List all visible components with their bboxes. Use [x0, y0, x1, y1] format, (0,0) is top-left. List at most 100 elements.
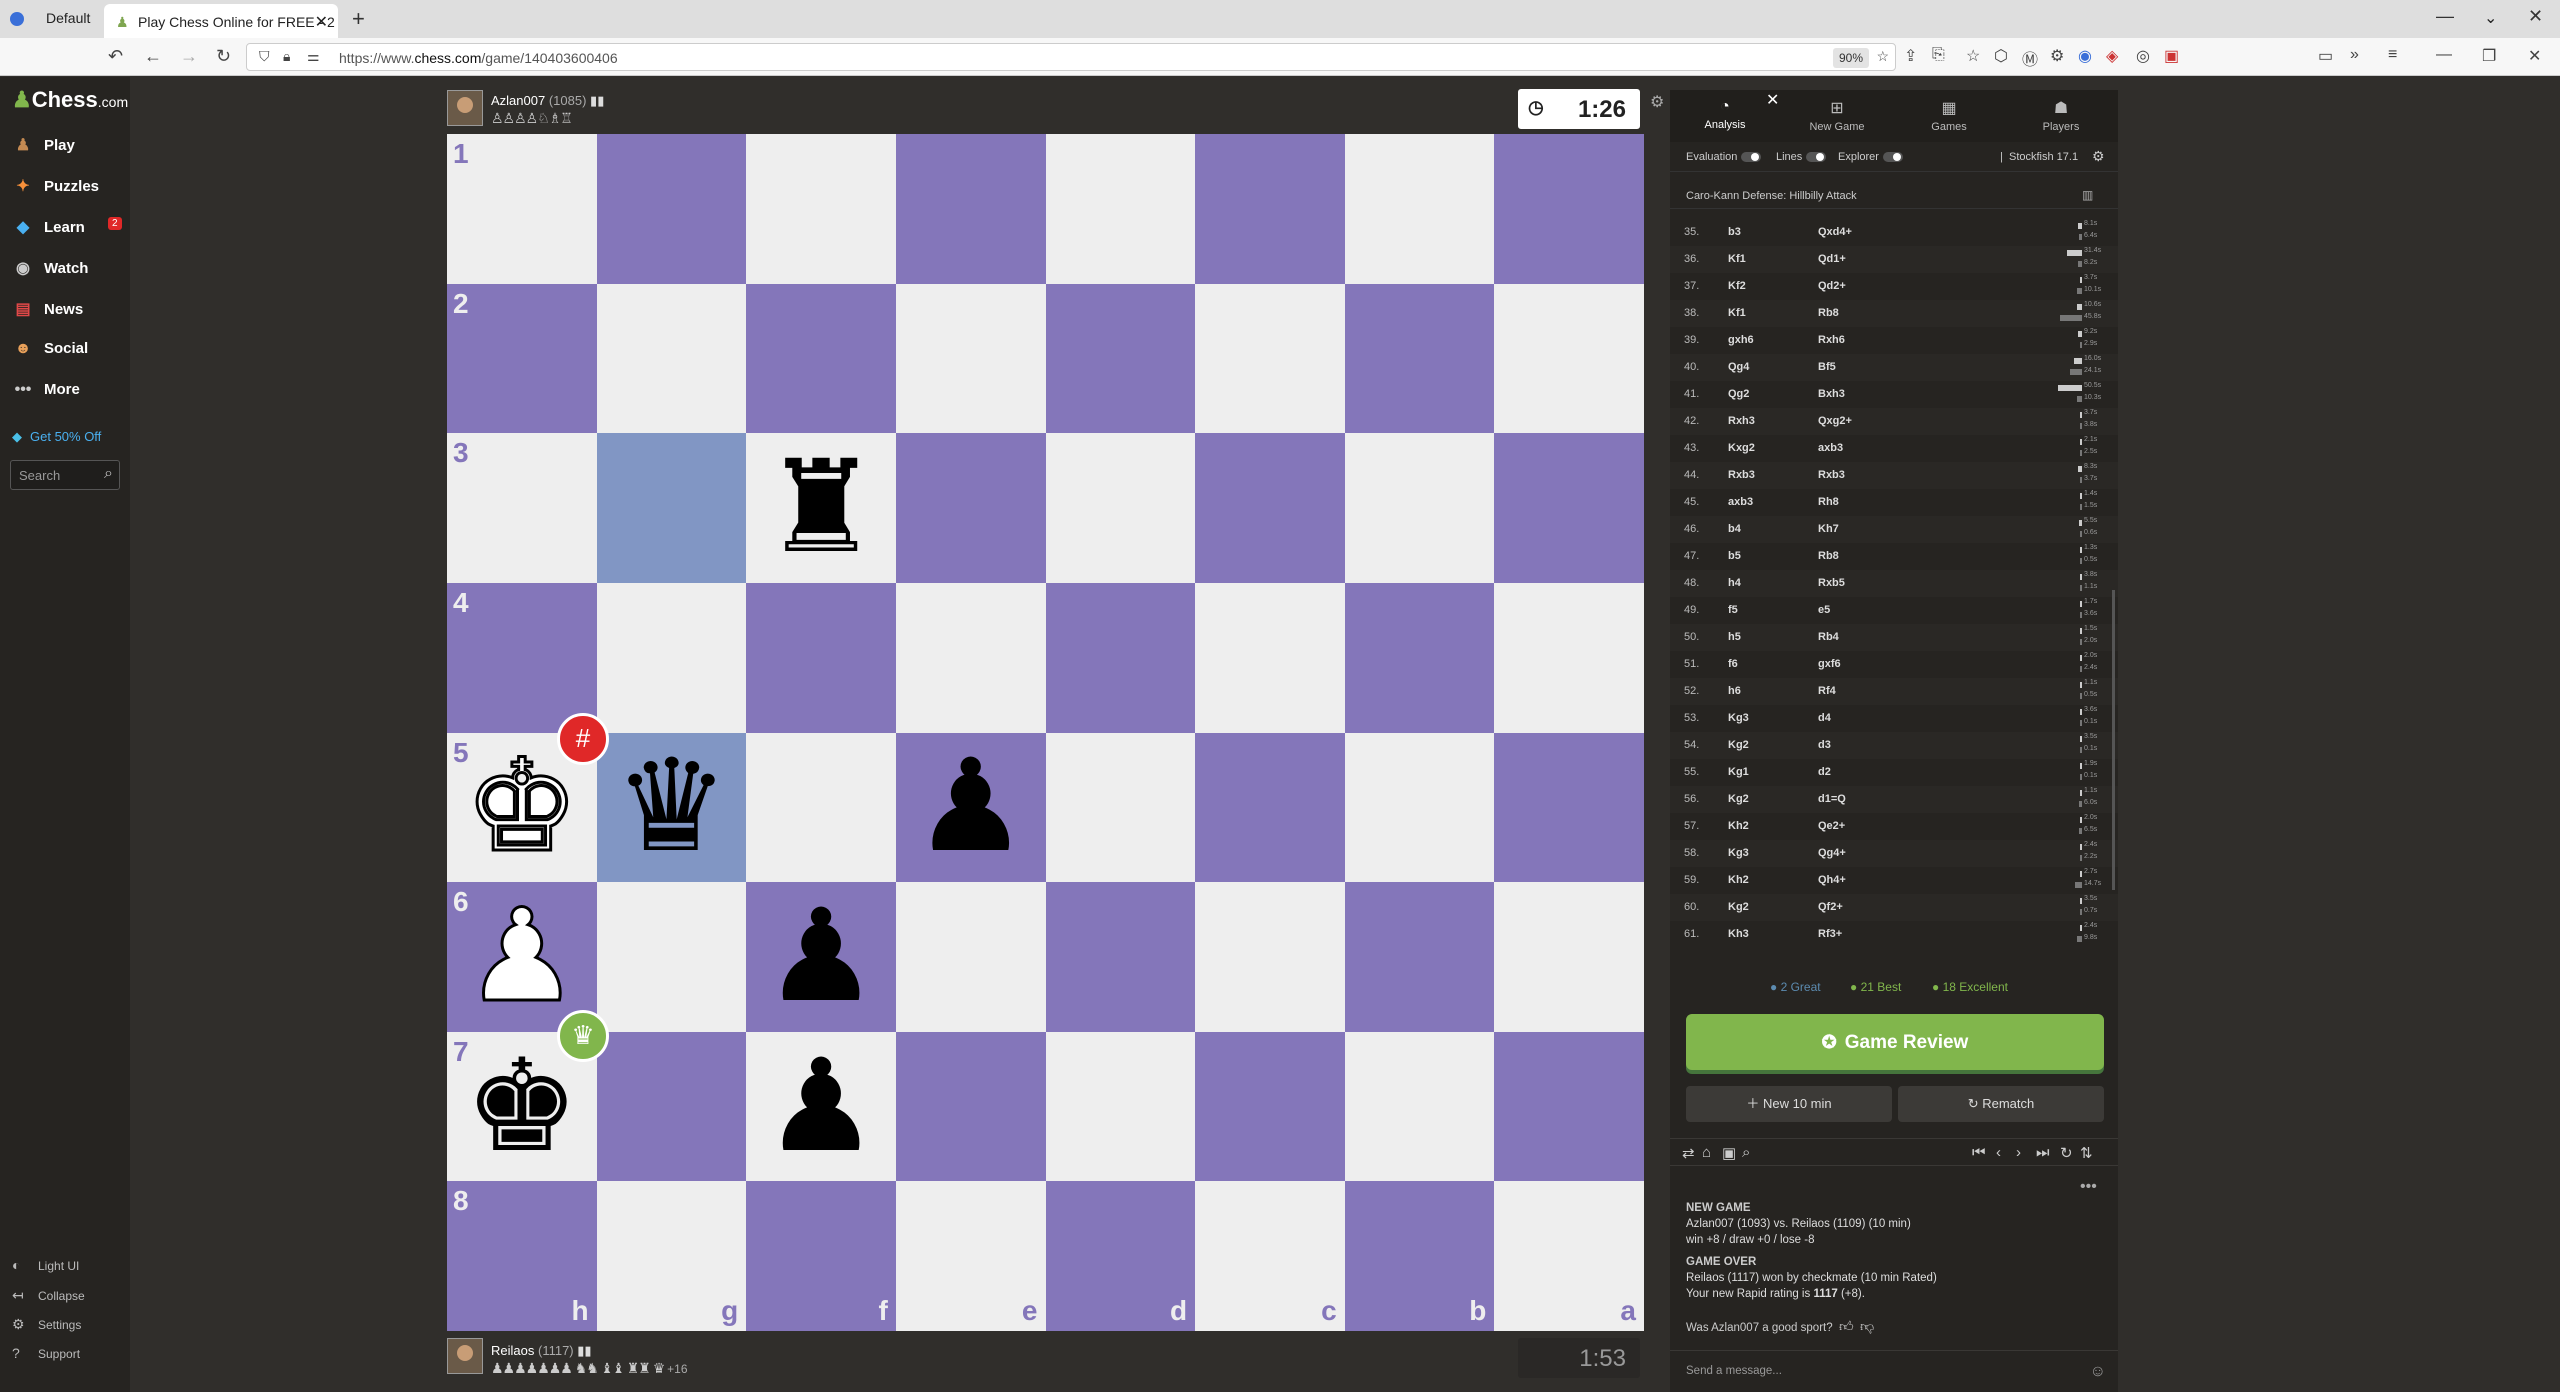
win-close-icon[interactable]: ✕	[2528, 46, 2541, 66]
black-move[interactable]: Kh7	[1818, 523, 1839, 535]
square-h3[interactable]: 3	[447, 433, 597, 583]
black-move[interactable]: d2	[1818, 766, 1831, 778]
shield-icon[interactable]: ⛉	[259, 48, 270, 65]
extension-gear-icon[interactable]: ⚙	[2050, 46, 2064, 66]
square-f4[interactable]	[746, 582, 896, 733]
square-h8[interactable]: 8h	[447, 1181, 597, 1331]
white-move[interactable]: axb3	[1728, 496, 1753, 508]
square-c8[interactable]: c	[1195, 1181, 1345, 1331]
white-move[interactable]: Kg3	[1728, 847, 1749, 859]
square-h6[interactable]: 6 ♟	[447, 882, 597, 1032]
tab-analysis[interactable]: ◔ Analysis	[1670, 90, 1780, 142]
white-move[interactable]: h5	[1728, 631, 1741, 643]
chat-more-icon[interactable]: •••	[2080, 1178, 2097, 1196]
square-h4[interactable]: 4	[447, 582, 597, 733]
black-rook-piece[interactable]: ♜	[746, 433, 896, 583]
share-icon[interactable]: ⇪	[1904, 46, 1917, 66]
black-move[interactable]: Qd2+	[1818, 280, 1846, 292]
square-h7[interactable]: 7 ♚ ♛	[447, 1009, 609, 1182]
white-move[interactable]: Kh2	[1728, 874, 1749, 886]
square-g4[interactable]	[596, 582, 747, 733]
black-pawn-piece[interactable]: ♟	[746, 1032, 896, 1182]
black-move[interactable]: d3	[1818, 739, 1831, 751]
chess-board[interactable]: 1 2 3 ♜ 4 5 ♚ # ♛ ♟ 6 ♟ ♟ 7 ♚ ♛ ♟ 8 h g f e d c b a	[447, 134, 1644, 1331]
black-move[interactable]: Rxb3	[1818, 469, 1845, 481]
square-c2[interactable]	[1195, 283, 1345, 434]
square-c6[interactable]	[1195, 882, 1345, 1032]
square-d4[interactable]	[1045, 582, 1196, 733]
black-move[interactable]: Rb8	[1818, 307, 1839, 319]
square-c4[interactable]	[1195, 582, 1345, 733]
rematch-button[interactable]: ↻ Rematch	[1898, 1086, 2104, 1122]
square-h1[interactable]: 1	[447, 134, 597, 284]
square-a4[interactable]	[1494, 582, 1644, 733]
square-d2[interactable]	[1045, 283, 1196, 434]
black-move[interactable]: Qg4+	[1818, 847, 1846, 859]
square-f7[interactable]: ♟	[746, 1031, 896, 1182]
bottom-player-avatar[interactable]	[447, 1338, 483, 1374]
black-move[interactable]: Rxb5	[1818, 577, 1845, 589]
tab-players[interactable]: ☗ Players	[2006, 90, 2116, 142]
image-icon[interactable]: ▣	[1722, 1144, 1736, 1162]
search-icon[interactable]: ⌕	[104, 465, 113, 483]
black-move[interactable]: Rf3+	[1818, 928, 1842, 940]
white-move[interactable]: Kg3	[1728, 712, 1749, 724]
flip-board-icon[interactable]: ⇅	[2080, 1144, 2093, 1162]
square-b1[interactable]	[1344, 134, 1495, 284]
white-move[interactable]: h6	[1728, 685, 1741, 697]
square-g3[interactable]	[596, 433, 747, 583]
black-move[interactable]: Bf5	[1818, 361, 1836, 373]
black-pawn-piece[interactable]: ♟	[746, 882, 896, 1032]
account-icon[interactable]: ◉	[2078, 46, 2092, 66]
support-link[interactable]: ? Support	[12, 1345, 80, 1361]
square-g7[interactable]	[596, 1031, 747, 1182]
screenshot-icon[interactable]: ⎘	[1932, 46, 1945, 64]
square-g6[interactable]	[596, 882, 747, 1032]
browser-tab[interactable]: ♟ Play Chess Online for FREE - 2 Pla ✕	[104, 4, 338, 38]
thumbs-up-icon[interactable]: 👍︎	[1839, 1318, 1854, 1334]
extension-circle-icon[interactable]: ◎	[2136, 46, 2150, 66]
thumbs-down-icon[interactable]: 👎︎	[1860, 1318, 1874, 1334]
bookmark-star-icon[interactable]: ☆	[1876, 48, 1889, 65]
square-d3[interactable]	[1045, 433, 1196, 583]
bookmark-icon[interactable]: ☆	[1966, 46, 1980, 66]
white-move[interactable]: Qg4	[1728, 361, 1749, 373]
close-tab-icon[interactable]: ✕	[315, 12, 328, 32]
sidebar-search-input[interactable]: Search ⌕	[10, 460, 120, 490]
black-move[interactable]: d4	[1818, 712, 1831, 724]
white-move[interactable]: Kg1	[1728, 766, 1749, 778]
square-e6[interactable]	[895, 882, 1046, 1032]
new-tab-button[interactable]: +	[352, 6, 365, 32]
lines-toggle[interactable]: Lines	[1776, 151, 1827, 163]
square-h5[interactable]: 5 ♚ #	[447, 712, 609, 883]
square-b4[interactable]	[1344, 582, 1495, 733]
square-e3[interactable]	[895, 433, 1046, 583]
light-ui-toggle[interactable]: ◐ Light UI	[12, 1257, 79, 1273]
square-a7[interactable]	[1494, 1031, 1644, 1182]
square-f2[interactable]	[746, 283, 896, 434]
forward-icon[interactable]: →	[180, 46, 198, 67]
black-move[interactable]: Rb8	[1818, 550, 1839, 562]
close-analysis-icon[interactable]: ✕	[1766, 90, 1779, 110]
black-move[interactable]: Rb4	[1818, 631, 1839, 643]
white-move[interactable]: b4	[1728, 523, 1741, 535]
overflow-icon[interactable]: »	[2350, 46, 2359, 64]
window-close-icon[interactable]: ✕	[2528, 6, 2543, 27]
settings-link[interactable]: ⚙ Settings	[12, 1316, 81, 1333]
last-move-icon[interactable]: ⏭	[2036, 1144, 2050, 1161]
white-move[interactable]: Kf2	[1728, 280, 1746, 292]
refresh-icon[interactable]: ↻	[2060, 1144, 2073, 1162]
square-a5[interactable]	[1494, 732, 1644, 883]
white-move[interactable]: f5	[1728, 604, 1738, 616]
white-move[interactable]: Rxb3	[1728, 469, 1755, 481]
extension-red-icon[interactable]: ▣	[2164, 46, 2179, 66]
black-move[interactable]: axb3	[1818, 442, 1843, 454]
white-move[interactable]: Kg2	[1728, 793, 1749, 805]
square-d6[interactable]	[1045, 882, 1196, 1032]
white-move[interactable]: Kg2	[1728, 739, 1749, 751]
chess-logo[interactable]: ♟Chess.com	[12, 87, 128, 113]
white-move[interactable]: f6	[1728, 658, 1738, 670]
square-a1[interactable]	[1494, 134, 1644, 284]
square-f3[interactable]: ♜	[746, 433, 896, 583]
square-g1[interactable]	[596, 134, 747, 284]
